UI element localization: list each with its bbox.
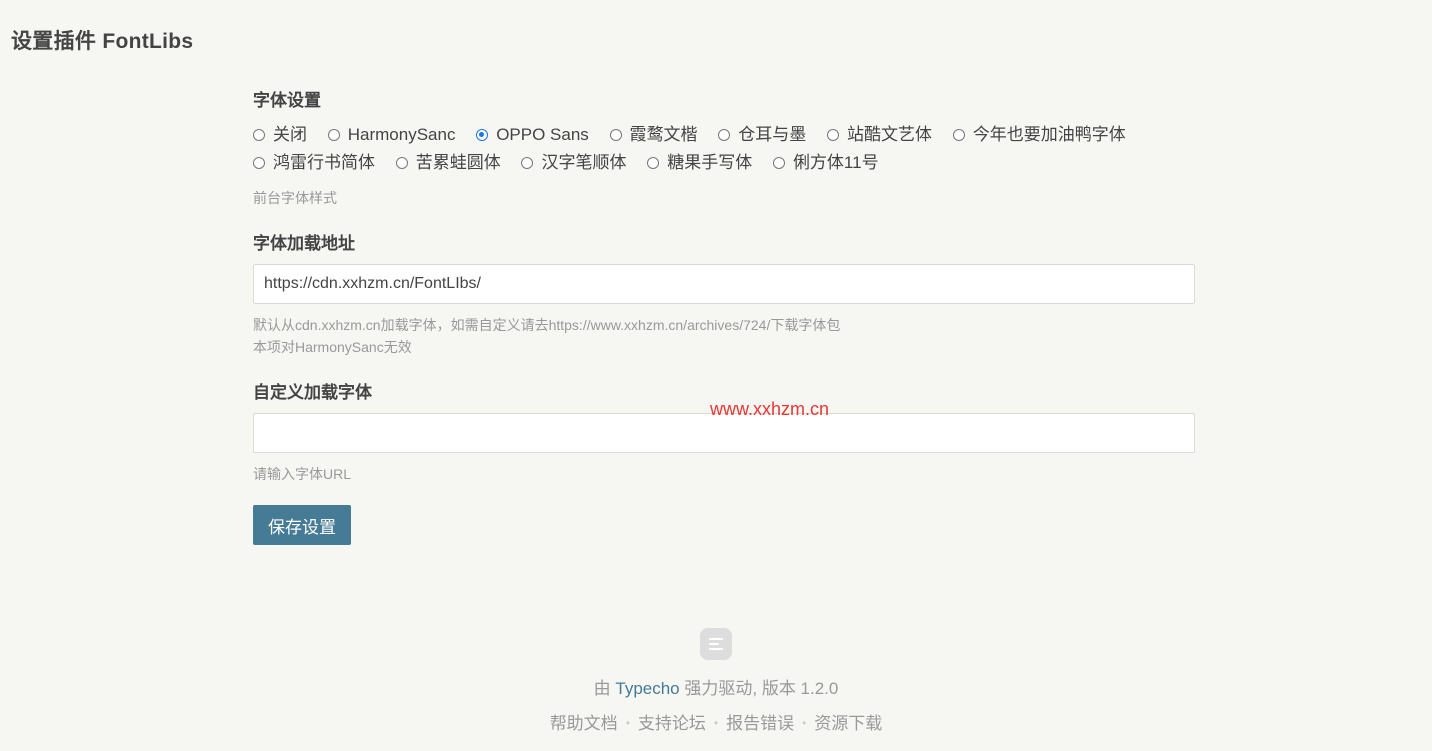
radio-circle-icon[interactable] <box>718 129 731 141</box>
radio-circle-icon[interactable] <box>609 129 622 141</box>
font-url-label: 字体加载地址 <box>253 234 355 253</box>
font-radio-group: 关闭 HarmonySanc OPPO Sans 霞鹜文楷 仓耳与墨 站酷文艺体… <box>253 121 1195 177</box>
radio-circle-icon[interactable] <box>827 129 839 141</box>
radio-option-lifang-11[interactable]: 俐方体11号 <box>772 153 879 172</box>
radio-label: HarmonySanc <box>347 125 456 144</box>
radio-label: 仓耳与墨 <box>738 125 807 144</box>
radio-circle-icon[interactable] <box>253 157 265 169</box>
custom-font-section: 自定义加载字体 请输入字体URL <box>253 378 1195 485</box>
font-url-input[interactable] <box>253 264 1195 304</box>
radio-option-honglei-xingshu[interactable]: 鸿雷行书简体 <box>253 153 375 172</box>
radio-option-hanzi-bishun[interactable]: 汉字笔顺体 <box>521 153 626 172</box>
radio-option-kuleiwa-yuan[interactable]: 苦累蛙圆体 <box>395 153 501 172</box>
font-url-section: 字体加载地址 默认从cdn.xxhzm.cn加载字体，如需自定义请去https:… <box>253 229 1195 358</box>
font-setting-label: 字体设置 <box>253 91 321 110</box>
radio-label: 鸿雷行书简体 <box>273 153 375 172</box>
settings-form: 字体设置 关闭 HarmonySanc OPPO Sans 霞鹜文楷 仓耳与墨 … <box>253 86 1195 545</box>
separator-dot-icon: • <box>802 716 807 730</box>
font-url-note: 本项对HarmonySanc无效 <box>253 339 412 355</box>
radio-label: 今年也要加油鸭字体 <box>972 125 1126 144</box>
powered-suffix: 强力驱动, 版本 1.2.0 <box>684 679 839 698</box>
separator-dot-icon: • <box>713 716 719 730</box>
radio-option-oppo-sans[interactable]: OPPO Sans <box>476 125 589 144</box>
font-url-description: 默认从cdn.xxhzm.cn加载字体，如需自定义请去https://www.x… <box>253 317 841 333</box>
watermark-text: www.xxhzm.cn <box>710 399 830 419</box>
radio-circle-icon[interactable] <box>952 129 965 141</box>
radio-option-tangguo-shouxie[interactable]: 糖果手写体 <box>647 153 752 172</box>
radio-label: 俐方体11号 <box>792 153 879 172</box>
radio-circle-icon[interactable] <box>395 157 408 169</box>
radio-option-harmonysanc[interactable]: HarmonySanc <box>327 125 456 144</box>
radio-label: 苦累蛙圆体 <box>415 153 501 172</box>
footer-links: 帮助文档 • 支持论坛 • 报告错误 • 资源下载 <box>0 709 1432 734</box>
radio-circle-icon[interactable] <box>772 157 785 169</box>
radio-label: 汉字笔顺体 <box>541 153 627 172</box>
typecho-link[interactable]: Typecho <box>615 679 679 698</box>
separator-dot-icon: • <box>625 716 630 730</box>
save-settings-button[interactable]: 保存设置 <box>253 505 351 545</box>
help-docs-link[interactable]: 帮助文档 <box>550 714 618 733</box>
radio-option-off[interactable]: 关闭 <box>253 125 307 144</box>
font-setting-description: 前台字体样式 <box>253 190 337 206</box>
radio-circle-icon[interactable] <box>253 129 265 141</box>
powered-prefix: 由 <box>593 679 611 698</box>
font-setting-section: 字体设置 关闭 HarmonySanc OPPO Sans 霞鹜文楷 仓耳与墨 … <box>253 86 1195 209</box>
radio-option-jiayouya[interactable]: 今年也要加油鸭字体 <box>952 125 1126 144</box>
support-forum-link[interactable]: 支持论坛 <box>638 714 706 733</box>
radio-option-cangeryumo[interactable]: 仓耳与墨 <box>718 125 806 144</box>
radio-circle-icon[interactable] <box>521 157 534 169</box>
radio-checked-icon[interactable] <box>476 129 489 141</box>
radio-option-zcool-wenyi[interactable]: 站酷文艺体 <box>827 125 932 144</box>
radio-label: 糖果手写体 <box>667 153 753 172</box>
report-bug-link[interactable]: 报告错误 <box>726 714 794 733</box>
footer: 由 Typecho 强力驱动, 版本 1.2.0 帮助文档 • 支持论坛 • 报告错误 •… <box>0 628 1432 734</box>
plugin-settings-page: 设置插件 FontLibs 字体设置 关闭 HarmonySanc OPPO S… <box>0 0 1432 751</box>
radio-option-lxgw-wenkai[interactable]: 霞鹜文楷 <box>609 125 698 144</box>
custom-font-description: 请输入字体URL <box>253 466 352 482</box>
typecho-logo-icon <box>700 628 732 660</box>
radio-circle-icon[interactable] <box>647 157 660 169</box>
resources-download-link[interactable]: 资源下载 <box>814 714 882 733</box>
radio-label: 站酷文艺体 <box>847 125 932 144</box>
page-title: 设置插件 FontLibs <box>11 30 194 53</box>
radio-label: 霞鹜文楷 <box>629 125 698 144</box>
radio-label: OPPO Sans <box>496 125 589 144</box>
radio-label: 关闭 <box>273 125 307 144</box>
powered-by-text: 由 Typecho 强力驱动, 版本 1.2.0 <box>0 674 1432 699</box>
radio-circle-icon[interactable] <box>327 129 340 141</box>
